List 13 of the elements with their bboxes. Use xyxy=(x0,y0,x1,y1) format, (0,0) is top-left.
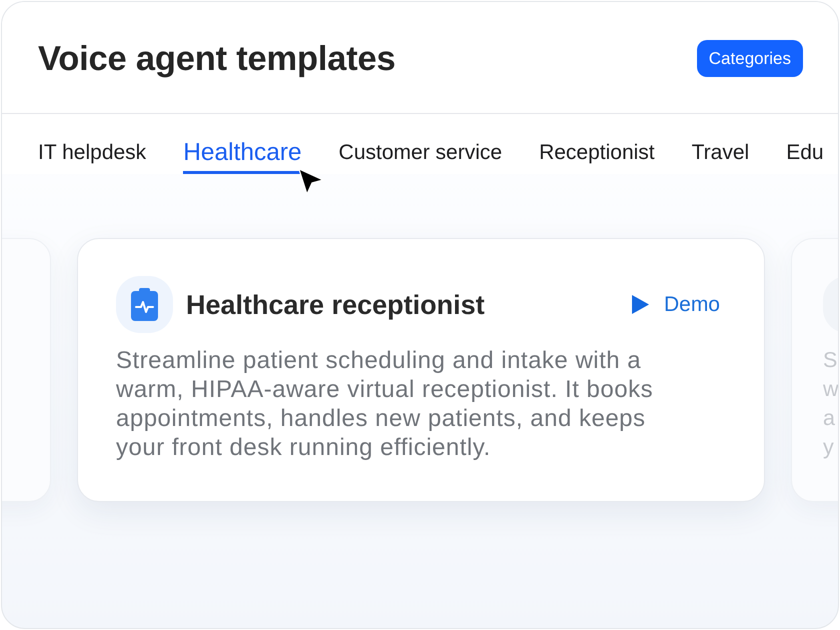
categories-button[interactable]: Categories xyxy=(696,40,803,77)
category-tab[interactable]: Travel xyxy=(692,138,750,174)
clipboard-pulse-icon xyxy=(131,288,158,321)
card-title: Healthcare receptionist xyxy=(186,288,485,320)
play-icon xyxy=(632,295,649,314)
demo-button[interactable]: Demo xyxy=(632,292,720,318)
category-tab[interactable]: Receptionist xyxy=(539,138,655,174)
category-tab[interactable]: Edu xyxy=(786,138,824,174)
category-tab[interactable]: IT helpdesk xyxy=(38,138,146,174)
panel-title: Voice agent templates xyxy=(38,38,396,80)
category-tab[interactable]: Customer service xyxy=(338,138,502,174)
card-description: Streamline patient scheduling and intake with a warm, HIPAA-aware virtual receptionist. It books appointments, handles new patients, and keeps your front desk running efficiently. xyxy=(116,346,654,462)
category-tab[interactable]: Healthcare xyxy=(183,138,302,174)
